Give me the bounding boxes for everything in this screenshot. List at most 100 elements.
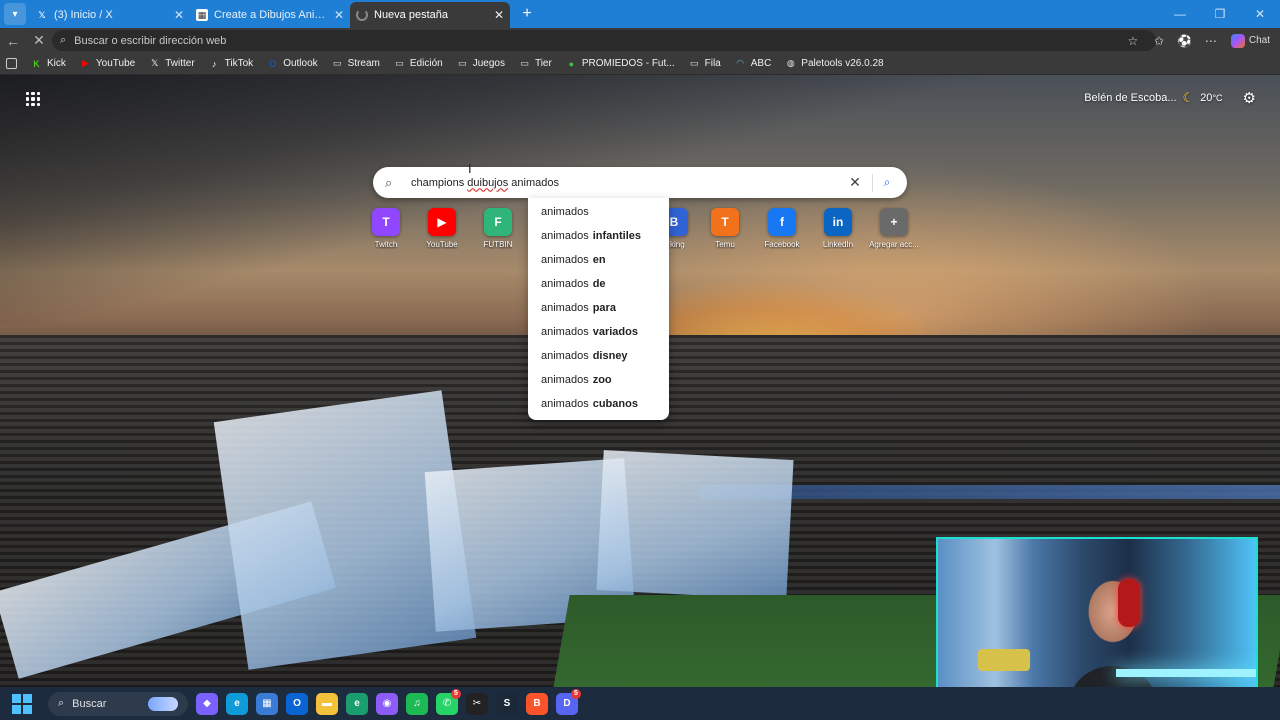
- youtube-icon: ▶: [81, 58, 89, 68]
- quick-link-temu[interactable]: T Temu: [695, 208, 755, 249]
- suggestion-completion: de: [592, 278, 606, 290]
- tab-dibujos-animados[interactable]: ▦ Create a Dibujos Animados de la I ✕: [190, 2, 350, 28]
- tab-title: Create a Dibujos Animados de la I: [214, 9, 328, 21]
- taskbar-outlook-icon[interactable]: O: [286, 692, 308, 715]
- copilot-label: Chat: [1248, 35, 1270, 46]
- quick-link-label: Twitch: [374, 240, 398, 249]
- favorite-outlook[interactable]: O Outlook: [267, 58, 317, 69]
- quick-link-youtube[interactable]: ▶ YouTube: [412, 208, 472, 249]
- search-icon: ⌕: [60, 34, 67, 46]
- favorite-promiedos-fut[interactable]: ● PROMIEDOS - Fut...: [566, 58, 675, 69]
- x-icon: 𝕏: [151, 58, 159, 68]
- close-tab-icon[interactable]: ✕: [334, 8, 344, 22]
- taskbar-steam-icon[interactable]: S: [496, 692, 518, 715]
- web-search-box[interactable]: ⌕ champions duibujos animados ✕ ⌕: [373, 167, 907, 198]
- favorite-youtube[interactable]: ▶ YouTube: [80, 58, 135, 69]
- close-tab-icon[interactable]: ✕: [494, 8, 504, 22]
- favorite-label: Paletools v26.0.28: [801, 58, 884, 69]
- address-placeholder: Buscar o escribir dirección web: [74, 34, 227, 47]
- weather-widget[interactable]: Belén de Escoba... ☾ 20°C ⚙: [1084, 89, 1256, 107]
- copilot-chat-button[interactable]: Chat: [1225, 30, 1270, 52]
- favorite-tiktok[interactable]: ♪ TikTok: [209, 58, 253, 69]
- quick-link-twitch[interactable]: T Twitch: [356, 208, 416, 249]
- close-window-icon[interactable]: ✕: [1240, 0, 1280, 28]
- favorite-abc[interactable]: ◠ ABC: [735, 58, 771, 69]
- suggestion-completion: en: [592, 254, 606, 266]
- taskbar-copilot-icon[interactable]: ◆: [196, 692, 218, 715]
- twitch-icon: T: [372, 208, 400, 236]
- taskbar-whatsapp-icon[interactable]: ✆ 5: [436, 688, 461, 715]
- minimize-icon[interactable]: —: [1160, 0, 1200, 28]
- favorite-kick[interactable]: K Kick: [31, 58, 65, 69]
- favorite-twitter[interactable]: 𝕏 Twitter: [149, 58, 195, 69]
- taskbar-explorer-icon[interactable]: ▬: [316, 692, 338, 715]
- tab-x-inicio[interactable]: 𝕏 (3) Inicio / X ✕: [30, 2, 190, 28]
- outlook-icon: O: [269, 58, 277, 69]
- suggestion-item[interactable]: animados de: [528, 272, 669, 296]
- quick-link-agregar-acc[interactable]: + Agregar acc...: [864, 208, 924, 249]
- page-settings-gear-icon[interactable]: ⚙: [1243, 89, 1256, 107]
- weather-temperature: 20°C: [1200, 92, 1223, 104]
- quick-link-label: FUTBIN: [483, 240, 513, 249]
- taskbar-capcut-icon[interactable]: ✂: [466, 692, 488, 715]
- taskbar-spotify-icon[interactable]: ♫: [406, 692, 428, 715]
- clear-search-icon[interactable]: ✕: [844, 174, 866, 191]
- suggestion-base: animados: [541, 350, 589, 362]
- favorite-fila[interactable]: ▭ Fila: [689, 58, 721, 69]
- favorite-juegos[interactable]: ▭ Juegos: [457, 58, 505, 69]
- taskbar-discord-icon[interactable]: D5: [556, 688, 581, 715]
- taskbar-search[interactable]: ⌕ Buscar: [48, 691, 188, 716]
- favorite-paletools-v26-0-28[interactable]: ◍ Paletools v26.0.28: [785, 58, 884, 69]
- temu-icon: T: [711, 208, 739, 236]
- address-bar[interactable]: ⌕ Buscar o escribir dirección web: [52, 30, 1156, 51]
- suggestion-item[interactable]: animados disney: [528, 344, 669, 368]
- taskbar-store-icon[interactable]: ▦: [256, 692, 278, 715]
- suggestion-item[interactable]: animados: [528, 200, 669, 224]
- back-icon[interactable]: ←: [0, 30, 26, 52]
- apps-launcher-icon[interactable]: [26, 92, 40, 106]
- taskbar-edge-icon[interactable]: e: [226, 692, 248, 715]
- more-menu-icon[interactable]: ⋯: [1199, 30, 1223, 52]
- quick-link-futbin[interactable]: F FUTBIN: [468, 208, 528, 249]
- quick-link-label: LinkedIn: [822, 240, 854, 249]
- suggestion-item[interactable]: animados para: [528, 296, 669, 320]
- quick-link-facebook[interactable]: f Facebook: [752, 208, 812, 249]
- futbin-icon: F: [484, 208, 512, 236]
- tab-nueva-pestana[interactable]: Nueva pestaña ✕: [350, 2, 510, 28]
- search-highlight-icon: [148, 696, 178, 711]
- suggestion-completion: cubanos: [592, 398, 638, 410]
- taskbar-brave-icon[interactable]: B: [526, 692, 548, 715]
- favorite-edici-n[interactable]: ▭ Edición: [394, 58, 443, 69]
- suggestion-item[interactable]: animados en: [528, 248, 669, 272]
- suggestion-item[interactable]: animados variados: [528, 320, 669, 344]
- search-icon: ⌕: [58, 697, 65, 709]
- search-input[interactable]: champions duibujos animados: [405, 177, 844, 189]
- quick-link-linkedin[interactable]: in LinkedIn: [808, 208, 868, 249]
- windows-start-icon[interactable]: [12, 693, 32, 714]
- suggestion-item[interactable]: animados cubanos: [528, 392, 669, 416]
- reading-view-icon[interactable]: [6, 58, 17, 69]
- tab-actions-menu-icon[interactable]: ▾: [4, 3, 26, 25]
- favorites-bar: K Kick ▶ YouTube 𝕏 Twitter ♪ TikTok O Outlook ▭ Str…: [0, 53, 1280, 75]
- soccer-ball-icon[interactable]: ⚽: [1173, 30, 1197, 52]
- suggestion-item[interactable]: animados zoo: [528, 368, 669, 392]
- favorite-star-icon[interactable]: ☆: [1121, 30, 1145, 52]
- search-submit-icon[interactable]: ⌕: [879, 175, 895, 190]
- taskbar-podcasts-icon[interactable]: ◉: [376, 692, 398, 715]
- close-tab-icon[interactable]: ✕: [174, 8, 184, 22]
- suggestion-item[interactable]: animados infantiles: [528, 224, 669, 248]
- stop-loading-icon[interactable]: ✕: [26, 30, 52, 52]
- restore-icon[interactable]: ❐: [1200, 0, 1240, 28]
- favorite-stream[interactable]: ▭ Stream: [332, 58, 380, 69]
- quick-link-label: Facebook: [764, 240, 800, 249]
- webcam-overlay: [936, 537, 1258, 709]
- favorites-icon[interactable]: ✩: [1147, 30, 1171, 52]
- x-icon: 𝕏: [38, 9, 46, 20]
- favorite-tier[interactable]: ▭ Tier: [519, 58, 552, 69]
- new-tab-button[interactable]: +: [516, 3, 538, 25]
- globe-icon: ◍: [786, 58, 795, 68]
- taskbar-edge-active-icon[interactable]: e: [346, 692, 368, 715]
- taskbar-search-label: Buscar: [72, 697, 107, 710]
- moon-icon: ☾: [1182, 90, 1195, 105]
- folder-icon: ▭: [689, 58, 699, 68]
